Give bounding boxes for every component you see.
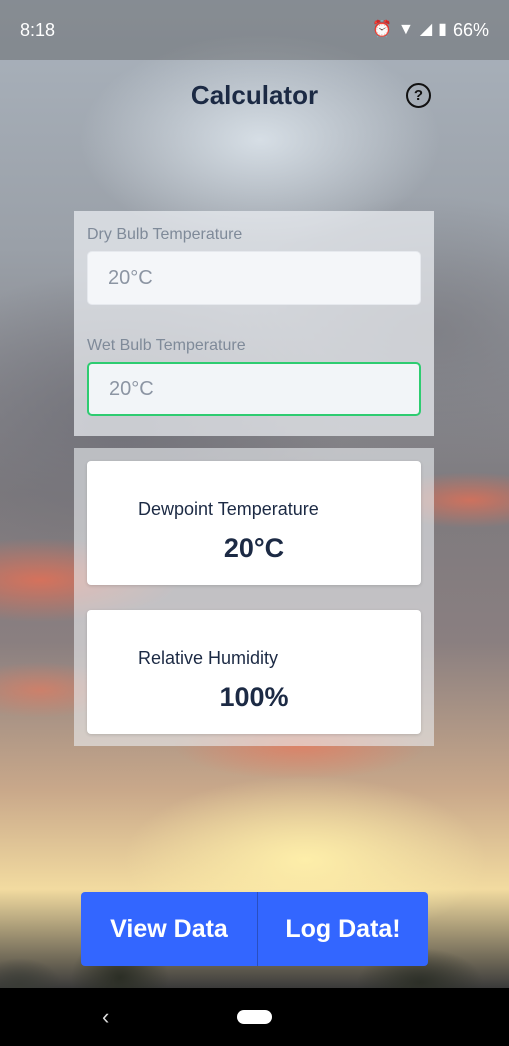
input-panel: Dry Bulb Temperature 20°C Wet Bulb Tempe…	[74, 211, 434, 436]
page-title: Calculator	[190, 79, 319, 110]
battery-icon: ▮	[438, 21, 447, 38]
status-bar: 8:18 ⏰ ▼ ◢ ▮ 66%	[0, 0, 509, 60]
battery-percent: 66%	[452, 19, 489, 40]
dry-bulb-label: Dry Bulb Temperature	[87, 226, 243, 243]
alarm-icon: ⏰	[372, 21, 392, 38]
wifi-icon: ▼	[398, 21, 414, 38]
help-circle-icon[interactable]: ?	[406, 83, 431, 108]
status-time: 8:18	[20, 19, 56, 40]
status-icons: ⏰ ▼ ◢ ▮ 66%	[372, 20, 489, 41]
wet-bulb-label: Wet Bulb Temperature	[87, 337, 246, 354]
wet-bulb-input[interactable]: 20°C	[87, 362, 421, 416]
humidity-card: Relative Humidity 100%	[87, 610, 421, 734]
results-panel: Dewpoint Temperature 20°C Relative Humid…	[74, 448, 434, 746]
app-bar: Calculator ?	[0, 60, 509, 130]
humidity-label: Relative Humidity	[138, 648, 279, 668]
dewpoint-card: Dewpoint Temperature 20°C	[87, 461, 421, 585]
home-pill-icon[interactable]	[237, 1010, 272, 1024]
dewpoint-label: Dewpoint Temperature	[138, 499, 319, 519]
view-data-button[interactable]: View Data	[81, 892, 257, 966]
humidity-value: 100%	[219, 682, 289, 712]
signal-icon: ◢	[419, 21, 433, 38]
dewpoint-value: 20°C	[223, 533, 285, 563]
back-icon[interactable]: ‹	[102, 1004, 109, 1030]
navigation-bar: ‹	[0, 988, 509, 1046]
dry-bulb-input[interactable]: 20°C	[87, 251, 421, 305]
log-data-button[interactable]: Log Data!	[258, 892, 428, 966]
